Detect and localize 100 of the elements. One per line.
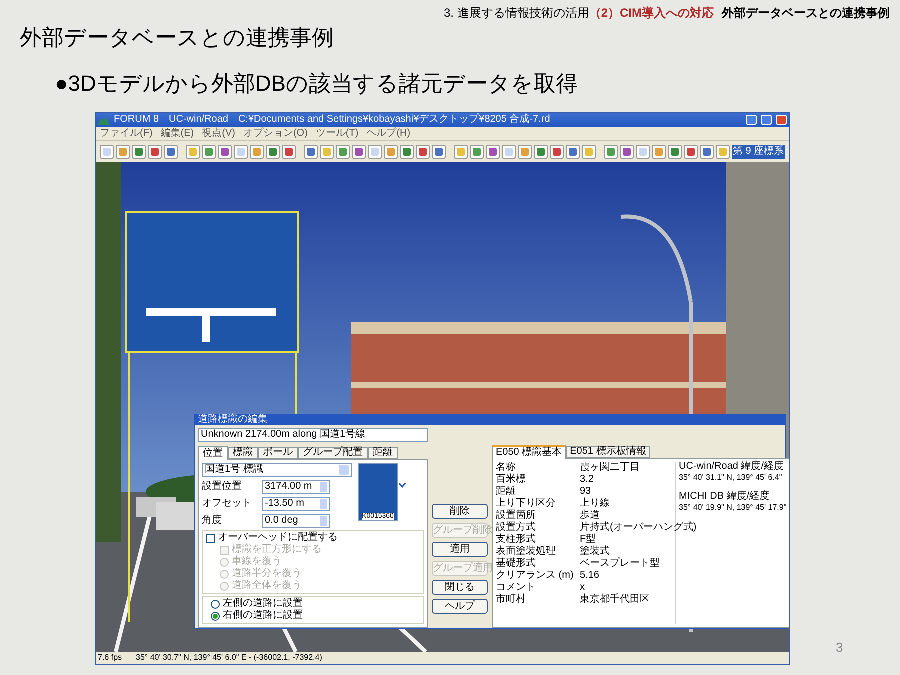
tool-icon[interactable] — [550, 144, 564, 158]
tool-icon[interactable] — [502, 144, 516, 158]
tool-icon[interactable] — [368, 144, 382, 158]
property-label: 上り下り区分 — [496, 499, 557, 509]
tab[interactable]: 標識 — [228, 447, 258, 459]
bullet-text: ●3Dモデルから外部DBの該当する諸元データを取得 — [55, 70, 578, 98]
dialog-title: 道路標識の編集 — [198, 415, 268, 425]
breadcrumb-text: 外部データベースとの連携事例 — [722, 5, 890, 22]
radio-button[interactable] — [211, 600, 220, 608]
tool-icon[interactable] — [432, 144, 446, 158]
tool-icon[interactable] — [282, 144, 296, 158]
menu-item[interactable]: オプション(O) — [243, 128, 308, 138]
tool-icon[interactable] — [700, 144, 714, 158]
tool-icon[interactable] — [636, 144, 650, 158]
minimize-button[interactable] — [746, 115, 757, 125]
tool-icon[interactable] — [234, 144, 248, 158]
menu-item[interactable]: 編集(E) — [160, 128, 194, 138]
tab[interactable]: 位置 — [198, 446, 228, 460]
tool-icon[interactable] — [716, 144, 730, 158]
tool-icon[interactable] — [486, 144, 500, 158]
option-label: 右側の道路に設置 — [223, 611, 303, 621]
dropdown-value: 国道1号 標識 — [205, 464, 264, 476]
coordinate-system-button[interactable]: 第 9 座標系 — [732, 144, 785, 158]
property-value: 塗装式 — [580, 547, 610, 557]
tool-icon[interactable] — [186, 144, 200, 158]
property-value: 上り線 — [580, 499, 610, 509]
tool-icon[interactable] — [668, 144, 682, 158]
tool-icon[interactable] — [116, 144, 130, 158]
menu-item[interactable]: ヘルプ(H) — [366, 128, 411, 138]
tool-icon[interactable] — [148, 144, 162, 158]
tool-icon[interactable] — [400, 144, 414, 158]
page-number: 3 — [836, 639, 844, 657]
property-value: 3.2 — [580, 475, 594, 485]
radio-button[interactable] — [211, 612, 220, 620]
field-label: 設置位置 — [202, 482, 243, 492]
checkbox[interactable] — [206, 534, 215, 542]
dialog-button[interactable]: 適用 — [432, 542, 488, 557]
property-value: 93 — [580, 487, 592, 497]
number-field[interactable]: 3174.00 m — [262, 480, 330, 494]
tool-icon[interactable] — [416, 144, 430, 158]
field-label: オフセット — [202, 498, 253, 508]
property-value: x — [580, 583, 585, 593]
breadcrumb-text: （2）CIM導入への対応 — [589, 5, 714, 22]
window-title: FORUM 8 UC-win/Road C:¥Documents and Settings¥kobayashi¥デスクトップ¥8205 合成-7.rd — [114, 115, 552, 125]
tool-icon[interactable] — [454, 144, 468, 158]
status-text: 7.6 fps — [98, 654, 122, 662]
number-field[interactable]: -13.50 m — [262, 496, 330, 510]
tool-icon[interactable] — [100, 144, 114, 158]
tool-icon[interactable] — [566, 144, 580, 158]
property-value: F型 — [580, 535, 596, 545]
dialog-button[interactable]: 削除 — [432, 504, 488, 519]
property-value: 歩道 — [580, 511, 600, 521]
tab[interactable]: E050 標識基本 — [492, 445, 566, 459]
tool-icon[interactable] — [164, 144, 178, 158]
property-label: 距離 — [496, 487, 517, 497]
menu-item[interactable]: ファイル(F) — [100, 128, 153, 138]
tool-icon[interactable] — [266, 144, 280, 158]
option-label: 標識を正方形にする — [232, 545, 322, 555]
tool-icon[interactable] — [352, 144, 366, 158]
tab[interactable]: ポール — [258, 447, 298, 459]
tool-icon[interactable] — [604, 144, 618, 158]
dialog-button[interactable]: 閉じる — [432, 580, 488, 595]
property-label: 百米標 — [496, 475, 527, 485]
coordinate-value: 35° 40' 31.1" N, 139° 45' 6.4" — [679, 474, 784, 482]
property-value: 5.16 — [580, 571, 600, 581]
location-field[interactable]: Unknown 2174.00m along 国道1号線 — [198, 428, 428, 442]
tool-icon[interactable] — [652, 144, 666, 158]
tool-icon[interactable] — [250, 144, 264, 158]
sign-type-dropdown[interactable]: 国道1号 標識 — [202, 463, 352, 477]
close-button[interactable] — [776, 115, 787, 125]
caret-icon — [399, 483, 406, 488]
property-label: 支柱形式 — [496, 535, 537, 545]
tab[interactable]: 距離 — [368, 447, 398, 459]
property-label: 設置方式 — [496, 523, 537, 533]
tool-icon[interactable] — [218, 144, 232, 158]
tab[interactable]: E051 標示板情報 — [566, 446, 650, 458]
property-label: 市町村 — [496, 595, 527, 605]
property-value: ベースプレート型 — [580, 559, 660, 569]
restore-button[interactable] — [761, 115, 772, 125]
status-text: 35° 40' 30.7" N, 139° 45' 6.0" E - (-36002.1, -7392.4) — [136, 654, 322, 662]
coordinate-label: UC-win/Road 緯度/経度 — [679, 462, 786, 472]
tool-icon[interactable] — [132, 144, 146, 158]
tool-icon[interactable] — [320, 144, 334, 158]
tab[interactable]: グループ配置 — [298, 447, 368, 459]
property-label: 表面塗装処理 — [496, 547, 557, 557]
tool-icon[interactable] — [470, 144, 484, 158]
tool-icon[interactable] — [620, 144, 634, 158]
menu-item[interactable]: ツール(T) — [316, 128, 359, 138]
tool-icon[interactable] — [684, 144, 698, 158]
tool-icon[interactable] — [202, 144, 216, 158]
property-label: 設置箇所 — [496, 511, 537, 521]
tool-icon[interactable] — [534, 144, 548, 158]
number-field[interactable]: 0.0 deg — [262, 514, 330, 528]
tool-icon[interactable] — [384, 144, 398, 158]
menu-item[interactable]: 視点(V) — [202, 128, 236, 138]
tool-icon[interactable] — [336, 144, 350, 158]
tool-icon[interactable] — [518, 144, 532, 158]
tool-icon[interactable] — [582, 144, 596, 158]
tool-icon[interactable] — [304, 144, 318, 158]
dialog-button[interactable]: ヘルプ — [432, 599, 488, 614]
